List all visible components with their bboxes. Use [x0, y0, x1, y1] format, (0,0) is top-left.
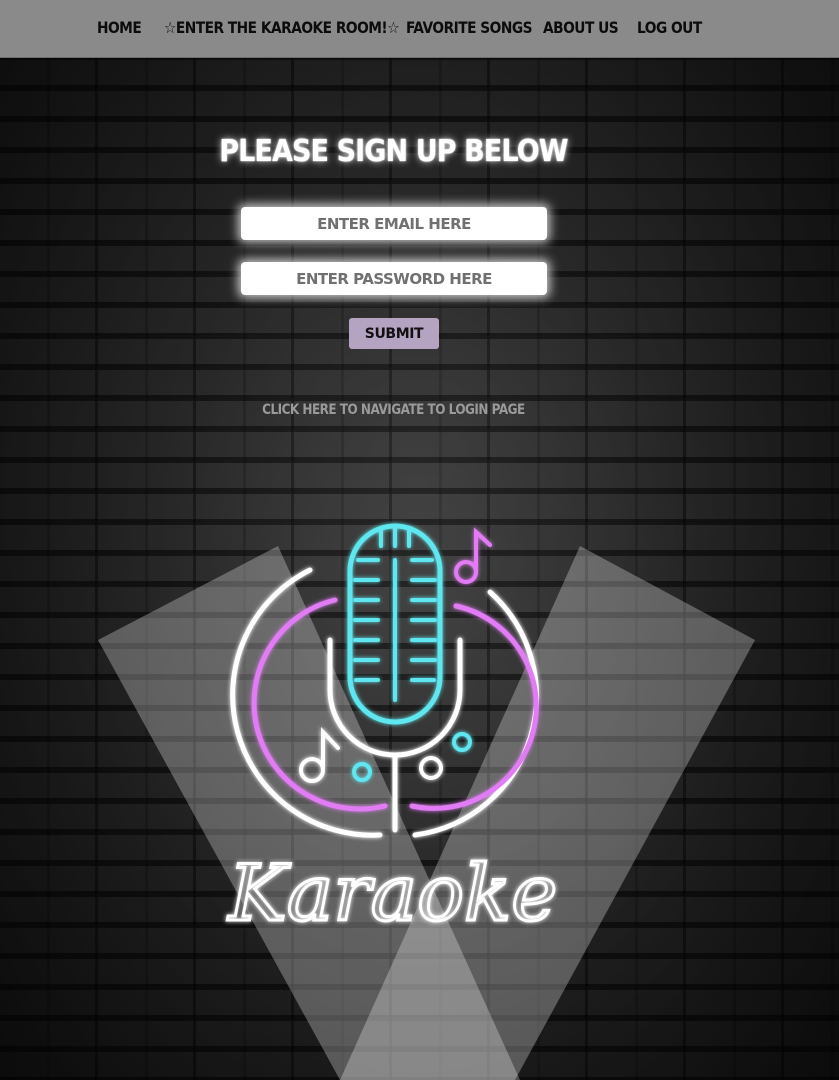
page: Home ☆Enter the Karaoke Room!☆ Favorite … — [0, 0, 839, 1080]
nav-item-favorite-songs[interactable]: Favorite Songs — [406, 18, 533, 37]
nav-item-home[interactable]: Home — [97, 18, 142, 37]
login-page-link[interactable]: Click here to navigate to login page — [55, 402, 732, 418]
nav-item-about-us[interactable]: About Us — [543, 18, 619, 37]
nav-item-karaoke-room[interactable]: ☆Enter the Karaoke Room!☆ — [164, 18, 400, 37]
top-nav-bar: Home ☆Enter the Karaoke Room!☆ Favorite … — [0, 0, 839, 58]
password-field[interactable] — [241, 262, 547, 295]
karaoke-logo-text: Karaoke — [227, 849, 558, 939]
neon-microphone-icon: Karaoke — [98, 523, 755, 1080]
submit-button[interactable]: Submit — [349, 318, 439, 349]
karaoke-logo: Karaoke — [0, 500, 839, 1080]
email-field[interactable] — [241, 207, 547, 240]
signup-heading: Please Sign Up Below — [219, 134, 568, 169]
nav-item-log-out[interactable]: Log Out — [637, 18, 702, 37]
spotlight-beams — [98, 546, 755, 1080]
